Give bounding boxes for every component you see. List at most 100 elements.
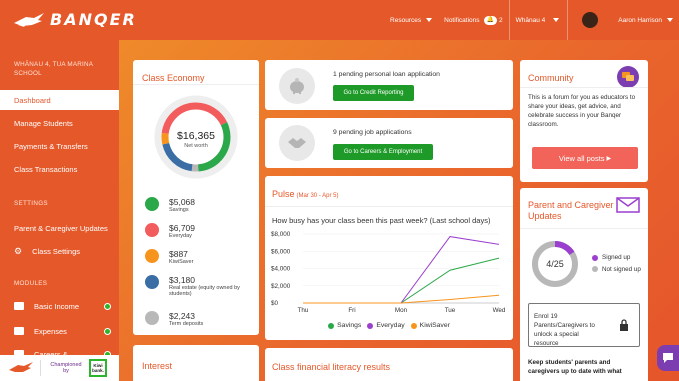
pulse-line-chart: $8,000 $6,000 $4,000 $2,000 $0 Thu Fri Mon Tue We… (271, 231, 506, 314)
module-icon (14, 327, 24, 335)
user-name: Aaron Harrison (618, 16, 662, 24)
card-divider (520, 87, 648, 88)
sidebar-item-label: Dashboard (14, 95, 51, 105)
top-bar: BANQER Resources Notifications 🔔 2 Whāna… (0, 0, 679, 40)
literacy-card: Class financial literacy results (265, 348, 513, 381)
legend-swatch (145, 197, 159, 211)
sidebar-item-label: Payments & Transfers (14, 141, 88, 151)
x-tick-label: Mon (395, 307, 408, 314)
sponsor-divider (40, 360, 41, 376)
brand-name: BANQER (50, 10, 137, 29)
careers-employment-button[interactable]: Go to Careers & Employment (333, 144, 433, 160)
x-tick-label: Tue (445, 307, 456, 314)
legend-label: KiwiSaver (419, 322, 450, 329)
sidebar-item-manage-students[interactable]: Manage Students (0, 113, 119, 133)
legend-item: $3,180 Real estate (equity owned by stud… (145, 275, 257, 297)
pulse-heading: Pulse (Mar 30 - Apr 5) (272, 189, 338, 199)
enrol-text: Enrol 19 Parents/Caregivers to unlock a … (534, 313, 595, 347)
card-title: Parent and Caregiver Updates (528, 200, 614, 221)
unlock-resource-box[interactable]: Enrol 19 Parents/Caregivers to unlock a … (528, 303, 640, 347)
resources-menu[interactable]: Resources (384, 0, 438, 40)
legend-value: $6,709 (169, 223, 195, 233)
legend-value: $887 (169, 249, 188, 259)
avatar (582, 12, 599, 28)
loan-text: 1 pending personal loan application (333, 71, 440, 78)
legend-label: Signed up (602, 254, 631, 261)
parent-updates-card: Parent and Caregiver Updates 4/25 Signed… (520, 188, 648, 381)
chevron-down-icon (667, 18, 673, 22)
class-economy-card: Class Economy $16,365 Net worth $5,068 S… (133, 60, 259, 335)
card-divider (265, 206, 513, 207)
community-card: Community This is a forum for you as edu… (520, 60, 648, 182)
sidebar-item-class-transactions[interactable]: Class Transactions (0, 159, 119, 179)
banqer-logo[interactable]: BANQER (12, 10, 137, 29)
legend-label: Everyday (169, 233, 192, 239)
pulse-range: (Mar 30 - Apr 5) (296, 193, 339, 199)
y-tick-label: $6,000 (271, 248, 291, 255)
signup-ratio: 4/25 (546, 259, 564, 269)
sponsor-text: Championed by (50, 362, 82, 374)
chart-legend: Savings Everyday KiwiSaver (265, 322, 513, 329)
legend-label: Not signed up (602, 266, 641, 273)
legend-item: $887 KiwiSaver (145, 249, 193, 265)
legend-item: Savings (328, 322, 361, 329)
legend-label: Term deposits (169, 321, 204, 327)
sidebar-item-expenses[interactable]: Expenses (0, 321, 119, 341)
bell-icon: 🔔 (483, 15, 498, 25)
chat-button[interactable] (657, 345, 679, 371)
settings-heading: SETTINGS (14, 200, 48, 207)
bird-logo-icon (14, 12, 44, 27)
lock-icon (620, 319, 628, 331)
sidebar-item-class-settings[interactable]: ⚙ Class Settings (0, 241, 119, 261)
sidebar: WHĀNAU 4, TUA MARINA SCHOOL Dashboard Ma… (0, 40, 119, 381)
y-tick-label: $8,000 (271, 231, 291, 238)
series-line-savings (303, 257, 500, 304)
sponsor-footer: Championed by Kiwi bank. (0, 355, 119, 381)
module-icon (14, 302, 24, 310)
sidebar-item-payments[interactable]: Payments & Transfers (0, 136, 119, 156)
card-title: Class Economy (142, 73, 205, 83)
legend-item: Not signed up (592, 266, 644, 274)
series-line-kiwisaver (303, 294, 500, 304)
envelope-icon (616, 196, 640, 214)
sidebar-item-label: Parent & Caregiver Updates (14, 223, 108, 233)
class-name: Whānau 4 (515, 16, 546, 24)
legend-label: Savings (337, 322, 362, 329)
x-tick-label: Thu (298, 307, 309, 314)
legend-label: Real estate (equity owned by students) (169, 285, 240, 297)
credit-reporting-button[interactable]: Go to Credit Reporting (333, 85, 414, 101)
user-menu[interactable]: Aaron Harrison (568, 0, 679, 40)
button-label: View all posts (558, 153, 605, 163)
school-name: WHĀNAU 4, TUA MARINA SCHOOL (14, 61, 93, 77)
chevron-down-icon (553, 18, 560, 22)
legend-swatch (328, 322, 335, 329)
handshake-icon (279, 125, 315, 161)
legend-item: $5,068 Savings (145, 197, 195, 213)
sidebar-item-parent-updates[interactable]: Parent & Caregiver Updates (0, 218, 119, 238)
x-tick-label: Wed (493, 307, 506, 314)
top-nav: Resources Notifications 🔔 2 Whānau 4 Aar… (384, 0, 679, 40)
legend-value: $5,068 (169, 197, 195, 207)
notifications-menu[interactable]: Notifications 🔔 2 (438, 0, 509, 40)
loan-card: 1 pending personal loan application Go t… (265, 60, 513, 110)
class-switcher[interactable]: Whānau 4 (510, 0, 546, 40)
card-title: Interest (142, 361, 173, 371)
view-all-posts-button[interactable]: View all posts ▶ (532, 147, 638, 169)
y-tick-label: $4,000 (271, 266, 291, 273)
sidebar-item-label: Manage Students (14, 118, 73, 128)
piggy-bank-icon (279, 68, 315, 104)
class-dropdown[interactable] (545, 0, 567, 40)
resources-label: Resources (390, 16, 422, 24)
x-tick-label: Fri (348, 307, 355, 314)
chat-icon (663, 353, 673, 363)
community-chat-icon (617, 66, 639, 88)
community-text: This is a forum for you as educators to … (528, 94, 636, 128)
sidebar-item-label: Basic Income (34, 301, 80, 311)
sidebar-item-dashboard[interactable]: Dashboard (0, 90, 119, 110)
sidebar-item-label: Class Transactions (14, 164, 78, 174)
status-dot (104, 327, 111, 335)
card-title: Class financial literacy results (272, 362, 391, 372)
card-divider (520, 228, 648, 229)
gear-icon: ⚙ (14, 245, 23, 256)
sidebar-item-basic-income[interactable]: Basic Income (0, 296, 119, 316)
